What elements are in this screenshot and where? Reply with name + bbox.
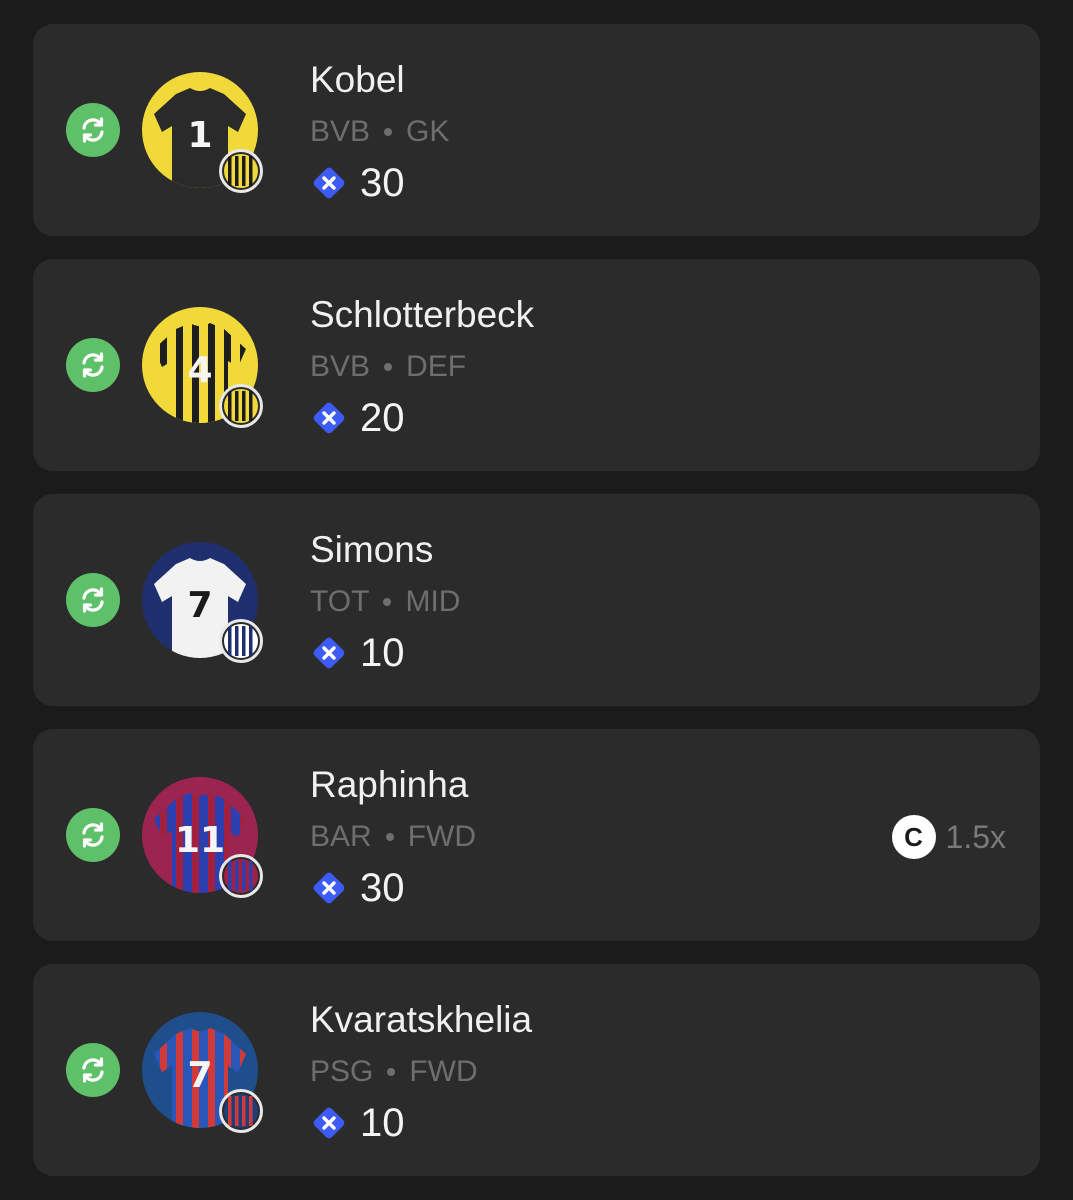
position-code: MID <box>405 585 461 618</box>
player-name: Raphinha <box>310 764 469 805</box>
shirt-number: 11 <box>175 820 225 861</box>
currency-x-icon <box>313 167 345 199</box>
shirt-number: 4 <box>187 350 212 391</box>
separator-dot <box>384 128 393 136</box>
player-card[interactable]: 7 Kvaratskhelia PSG FWD 10 <box>33 964 1040 1176</box>
captain-indicator[interactable]: C 1.5x <box>891 815 1006 859</box>
currency-x-icon <box>313 402 345 434</box>
separator-dot <box>387 1068 396 1076</box>
player-name: Schlotterbeck <box>310 294 535 335</box>
currency-x-icon <box>313 872 345 904</box>
swap-player-button[interactable] <box>66 808 120 862</box>
player-name: Kobel <box>310 59 405 100</box>
position-code: DEF <box>406 350 467 383</box>
swap-player-button[interactable] <box>66 103 120 157</box>
team-code: TOT <box>310 585 370 618</box>
swap-player-button[interactable] <box>66 338 120 392</box>
player-price: 10 <box>310 1101 405 1145</box>
player-price: 10 <box>310 631 405 675</box>
player-price: 30 <box>310 161 405 205</box>
captain-multiplier: 1.5x <box>945 818 1006 855</box>
team-crest-icon <box>219 384 263 428</box>
swap-arrows-icon <box>82 587 104 613</box>
swap-arrows-icon <box>82 117 104 143</box>
team-code: BVB <box>310 115 371 148</box>
shirt-stripe <box>176 323 183 423</box>
swap-arrows-icon <box>82 1057 104 1083</box>
player-card[interactable]: 4 Schlotterbeck BVB DEF 20 <box>33 259 1040 471</box>
price-value: 30 <box>360 866 405 910</box>
player-price: 30 <box>310 866 405 910</box>
team-crest-icon <box>219 619 263 663</box>
player-card[interactable]: 7 Simons TOT MID 10 <box>33 494 1040 706</box>
squad-list: 1 Kobel BVB GK 30 4 Schlotterbeck BVB DE… <box>33 24 1040 1199</box>
player-name: Simons <box>310 529 434 570</box>
team-crest-icon <box>219 854 263 898</box>
player-name: Kvaratskhelia <box>310 999 533 1040</box>
price-value: 20 <box>360 396 405 440</box>
price-value: 10 <box>360 1101 405 1145</box>
player-meta: PSG FWD <box>310 1054 478 1090</box>
separator-dot <box>384 363 393 371</box>
separator-dot <box>383 598 392 606</box>
swap-arrows-icon <box>82 822 104 848</box>
team-code: BAR <box>310 820 372 853</box>
player-price: 20 <box>310 396 405 440</box>
currency-x-icon <box>313 1107 345 1139</box>
separator-dot <box>385 833 394 841</box>
player-card[interactable]: 11 Raphinha BAR FWD 30 C 1.5x <box>33 729 1040 941</box>
swap-player-button[interactable] <box>66 1043 120 1097</box>
player-meta: BAR FWD <box>310 819 476 855</box>
shirt-number: 1 <box>187 115 212 156</box>
position-code: GK <box>406 115 450 148</box>
price-value: 10 <box>360 631 405 675</box>
team-crest-icon <box>219 1089 263 1133</box>
team-code: BVB <box>310 350 371 383</box>
team-code: PSG <box>310 1055 374 1088</box>
player-meta: BVB DEF <box>310 349 466 385</box>
player-meta: BVB GK <box>310 114 449 150</box>
shirt-number: 7 <box>187 1055 212 1096</box>
position-code: FWD <box>407 820 476 853</box>
position-code: FWD <box>409 1055 478 1088</box>
player-card[interactable]: 1 Kobel BVB GK 30 <box>33 24 1040 236</box>
captain-badge-icon: C <box>891 815 936 859</box>
swap-arrows-icon <box>82 352 104 378</box>
currency-x-icon <box>313 637 345 669</box>
swap-player-button[interactable] <box>66 573 120 627</box>
player-meta: TOT MID <box>310 584 460 620</box>
shirt-stripe <box>176 1028 183 1128</box>
price-value: 30 <box>360 161 405 205</box>
shirt-number: 7 <box>187 585 212 626</box>
team-crest-icon <box>219 149 263 193</box>
